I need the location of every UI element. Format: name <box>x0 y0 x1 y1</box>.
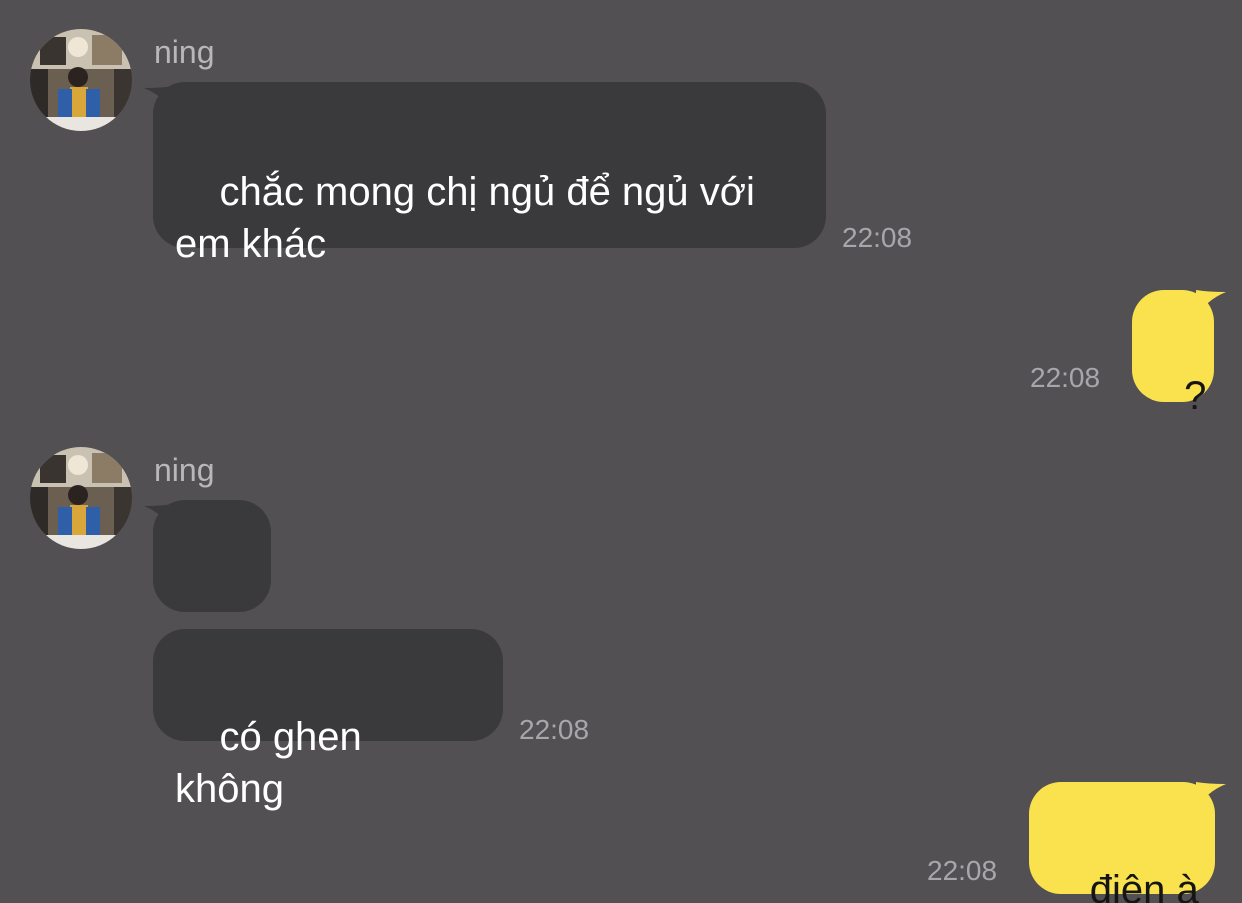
avatar[interactable] <box>30 447 132 549</box>
message-timestamp: 22:08 <box>842 222 913 253</box>
avatar[interactable] <box>30 29 132 131</box>
message-timestamp: 22:08 <box>1030 362 1101 393</box>
message-bubble-incoming[interactable]: sao <box>153 500 271 682</box>
message-bubble-incoming[interactable]: có ghen không <box>153 629 503 811</box>
avatar-photo-icon <box>30 29 132 131</box>
message-bubble-incoming[interactable]: chắc mong chị ngủ để ngủ với em khác <box>153 82 826 266</box>
message-text: có ghen không <box>175 715 373 811</box>
bubble-tail-icon <box>1196 290 1226 318</box>
avatar-photo-icon <box>30 447 132 549</box>
message-bubble-outgoing[interactable]: điên à <box>1029 782 1215 903</box>
sender-name: ning <box>154 34 215 70</box>
chat-thread: ning chắc mong chị ngủ để ngủ với em khá… <box>0 0 1242 903</box>
bubble-tail-icon <box>1196 782 1226 810</box>
message-text: điên à <box>1089 868 1199 903</box>
message-timestamp: 22:08 <box>519 714 590 745</box>
message-text: chắc mong chị ngủ để ngủ với em khác <box>175 170 755 266</box>
message-text: ? <box>1184 374 1207 418</box>
message-timestamp: 22:08 <box>927 855 998 886</box>
sender-name: ning <box>154 452 215 488</box>
